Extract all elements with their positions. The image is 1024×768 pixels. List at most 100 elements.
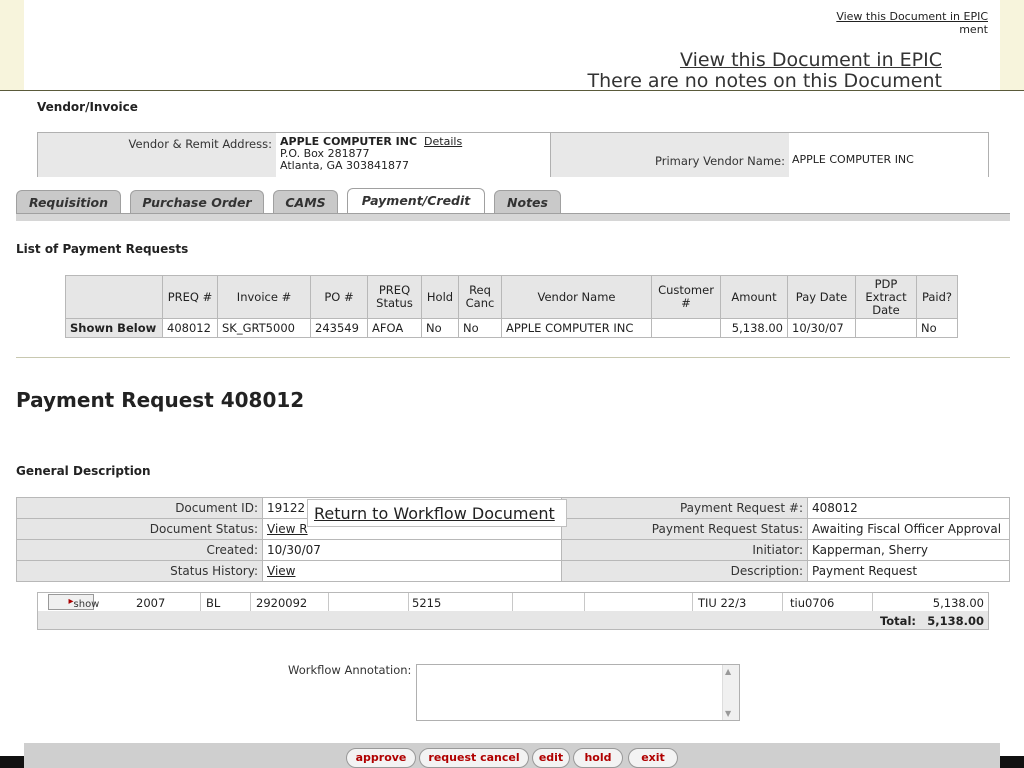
initiator-value: Kapperman, Sherry <box>807 539 1010 561</box>
total-value: 5,138.00 <box>927 614 984 628</box>
cell-preq: 408012 <box>162 318 218 338</box>
table-row: Created: 10/30/07 Initiator: Kapperman, … <box>16 539 1010 561</box>
column-header: PO # <box>310 275 368 319</box>
column-header: Customer # <box>651 275 721 319</box>
vendor-address-line2: Atlanta, GA 303841877 <box>280 159 409 172</box>
tab-purchase-order[interactable]: Purchase Order <box>130 190 264 215</box>
column-header: PDP Extract Date <box>855 275 917 319</box>
approve-button[interactable]: approve <box>346 748 416 768</box>
primary-vendor-label: Primary Vendor Name: <box>655 154 785 168</box>
textarea-scrollbar[interactable]: ▲ ▼ <box>722 665 739 720</box>
primary-vendor-value: APPLE COMPUTER INC <box>792 153 914 166</box>
vendor-box: Vendor & Remit Address: APPLE COMPUTER I… <box>37 132 989 177</box>
table-row: Status History: View Description: Paymen… <box>16 560 1010 582</box>
payment-requests-table: PREQ # Invoice # PO # PREQ Status Hold R… <box>65 275 958 338</box>
return-to-workflow-link[interactable]: Return to Workflow Document <box>314 504 555 523</box>
vendor-details-link[interactable]: Details <box>424 135 462 148</box>
fiscal-year: 2007 <box>136 596 166 610</box>
status-history-label: Status History: <box>16 560 263 582</box>
chart-code: BL <box>206 596 221 610</box>
accounting-total-row: Total: 5,138.00 <box>38 611 988 629</box>
tab-content-bar <box>16 213 1010 221</box>
table-row: Shown Below 408012 SK_GRT5000 243549 AFO… <box>65 318 958 338</box>
section-divider <box>16 357 1010 358</box>
epic-big-block: View this Document in EPIC There are no … <box>587 50 942 92</box>
cell-pay-date: 10/30/07 <box>787 318 856 338</box>
remit-label-cell: Vendor & Remit Address: <box>38 133 276 177</box>
edit-button[interactable]: edit <box>532 748 570 768</box>
request-cancel-button[interactable]: request cancel <box>419 748 529 768</box>
remit-label: Vendor & Remit Address: <box>128 137 272 151</box>
object-code: 5215 <box>412 596 442 610</box>
tab-cams[interactable]: CAMS <box>273 190 338 215</box>
cell-amount: 5,138.00 <box>720 318 788 338</box>
exit-button[interactable]: exit <box>628 748 678 768</box>
cell-req-canc: No <box>458 318 502 338</box>
scroll-up-icon[interactable]: ▲ <box>725 667 731 676</box>
payment-request-number-value: 408012 <box>807 497 1010 519</box>
column-header: Amount <box>720 275 788 319</box>
column-divider <box>872 593 873 611</box>
view-in-epic-link[interactable]: View this Document in EPIC <box>587 50 942 71</box>
corner-block <box>1000 756 1024 768</box>
document-status-link[interactable]: View R <box>267 522 308 536</box>
scroll-down-icon[interactable]: ▼ <box>725 709 731 718</box>
description-value: Payment Request <box>807 560 1010 582</box>
column-header: PREQ Status <box>367 275 422 319</box>
hold-button[interactable]: hold <box>573 748 623 768</box>
cell-paid: No <box>916 318 958 338</box>
document-id-label: Document ID: <box>16 497 263 519</box>
accounting-row: ▸ show 2007 BL 2920092 5215 TIU 22/3 tiu… <box>38 593 988 611</box>
cell-vendor-name: APPLE COMPUTER INC <box>501 318 652 338</box>
status-history-link[interactable]: View <box>267 564 295 578</box>
tab-notes[interactable]: Notes <box>494 190 561 215</box>
table-header-row: PREQ # Invoice # PO # PREQ Status Hold R… <box>65 275 958 319</box>
notes-status-text: There are no notes on this Document <box>587 70 942 92</box>
view-in-epic-small-link[interactable]: View this Document in EPIC <box>836 10 988 23</box>
payment-requests-title: List of Payment Requests <box>16 242 189 256</box>
vendor-section-title: Vendor/Invoice <box>37 100 138 114</box>
general-description-title: General Description <box>16 464 151 478</box>
column-divider <box>584 593 585 611</box>
remit-address: APPLE COMPUTER INC Details P.O. Box 2818… <box>280 136 462 172</box>
column-header <box>65 275 163 319</box>
line-amount: 5,138.00 <box>932 596 984 610</box>
show-button[interactable]: ▸ show <box>48 594 99 610</box>
created-value: 10/30/07 <box>262 539 562 561</box>
workflow-annotation-textarea[interactable]: ▲ ▼ <box>416 664 740 721</box>
column-divider <box>692 593 693 611</box>
created-label: Created: <box>16 539 263 561</box>
column-header: Hold <box>421 275 459 319</box>
tab-requisition[interactable]: Requisition <box>16 190 121 215</box>
corner-block <box>0 756 24 768</box>
payment-request-number-label: Payment Request #: <box>561 497 808 519</box>
show-button-label: show <box>73 599 100 610</box>
epic-small-subtext: ment <box>959 23 988 36</box>
document-status-label: Document Status: <box>16 518 263 540</box>
payment-request-status-value: Awaiting Fiscal Officer Approval <box>807 518 1010 540</box>
column-divider <box>782 593 783 611</box>
column-header: Vendor Name <box>501 275 652 319</box>
cell-hold: No <box>421 318 459 338</box>
action-button-bar: approve request cancel edit hold exit <box>24 743 1000 768</box>
primary-vendor-label-cell: Primary Vendor Name: <box>550 133 789 177</box>
project-code: tiu0706 <box>790 596 835 610</box>
page: View this Document in EPIC ment View thi… <box>0 0 1024 768</box>
cell-invoice: SK_GRT5000 <box>217 318 311 338</box>
cell-customer <box>651 318 721 338</box>
column-header: Pay Date <box>787 275 856 319</box>
column-divider <box>512 593 513 611</box>
status-history-cell: View <box>262 560 562 582</box>
column-divider <box>250 593 251 611</box>
cell-po: 243549 <box>310 318 368 338</box>
row-label: Shown Below <box>65 318 163 338</box>
cell-pdp-date <box>855 318 917 338</box>
page-title: Payment Request 408012 <box>16 388 305 412</box>
org-ref: TIU 22/3 <box>698 596 747 610</box>
column-divider <box>408 593 409 611</box>
cell-preq-status: AFOA <box>367 318 422 338</box>
column-divider <box>328 593 329 611</box>
return-to-workflow-tooltip[interactable]: Return to Workflow Document <box>307 499 567 527</box>
account-number: 2920092 <box>256 596 308 610</box>
column-header: PREQ # <box>162 275 218 319</box>
